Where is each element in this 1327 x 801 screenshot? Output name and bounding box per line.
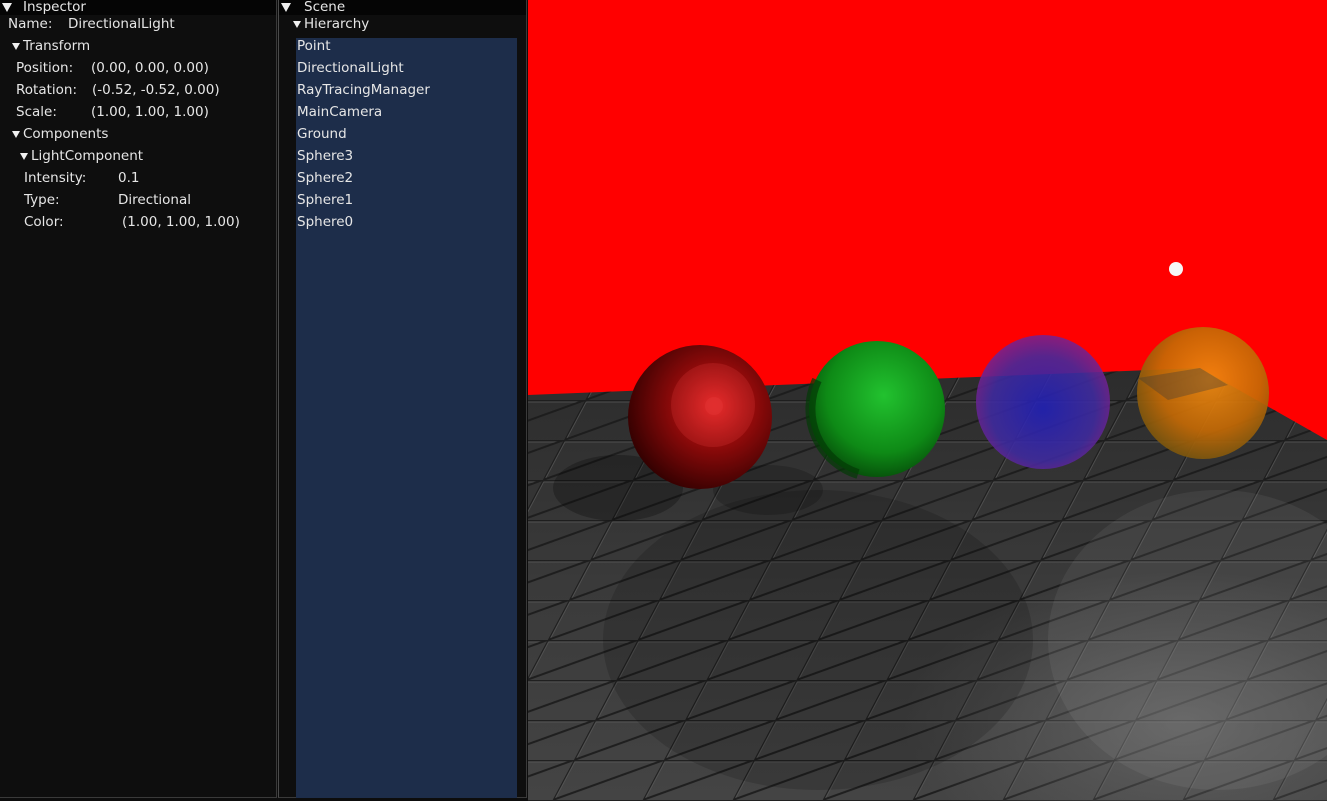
point-light — [1169, 262, 1183, 276]
expand-arrow-icon — [12, 42, 20, 50]
scale-label: Scale: — [16, 104, 57, 120]
color-label: Color: — [24, 214, 64, 230]
hierarchy-item-point[interactable]: Point — [296, 38, 517, 60]
position-label: Position: — [16, 60, 74, 76]
scene-panel: Scene Hierarchy Point DirectionalLight R… — [278, 0, 527, 798]
type-label: Type: — [24, 192, 60, 208]
transform-header[interactable]: Transform — [12, 37, 90, 55]
hierarchy-item-sphere3[interactable]: Sphere3 — [296, 148, 517, 170]
collapse-arrow-icon[interactable] — [281, 3, 291, 12]
name-value: DirectionalLight — [68, 16, 175, 32]
expand-arrow-icon — [20, 152, 28, 160]
scene-title: Scene — [304, 0, 346, 15]
collapse-arrow-icon[interactable] — [2, 3, 12, 12]
expand-arrow-icon — [293, 20, 301, 28]
inspector-title: Inspector — [23, 0, 86, 15]
sphere-shadow — [603, 490, 1033, 790]
inspector-titlebar[interactable]: Inspector — [0, 0, 276, 15]
name-label: Name: — [8, 16, 53, 32]
hierarchy-header[interactable]: Hierarchy — [293, 15, 369, 33]
light-component-header-label: LightComponent — [31, 148, 144, 164]
hierarchy-item-ray-tracing-manager[interactable]: RayTracingManager — [296, 82, 517, 104]
rotation-value[interactable]: (-0.52, -0.52, 0.00) — [92, 81, 220, 99]
sphere2 — [976, 335, 1110, 469]
hierarchy-item-main-camera[interactable]: MainCamera — [296, 104, 517, 126]
expand-arrow-icon — [12, 130, 20, 138]
transform-header-label: Transform — [23, 38, 91, 54]
render-viewport[interactable] — [528, 0, 1327, 801]
scene-titlebar[interactable]: Scene — [279, 0, 526, 15]
sphere3 — [1137, 327, 1269, 459]
components-header[interactable]: Components — [12, 125, 108, 143]
hierarchy-item-sphere1[interactable]: Sphere1 — [296, 192, 517, 214]
hierarchy-header-label: Hierarchy — [304, 16, 370, 32]
color-value[interactable]: (1.00, 1.00, 1.00) — [122, 213, 240, 231]
hierarchy-item-ground[interactable]: Ground — [296, 126, 517, 148]
hierarchy-list: Point DirectionalLight RayTracingManager… — [296, 38, 517, 798]
position-value[interactable]: (0.00, 0.00, 0.00) — [91, 59, 209, 77]
intensity-value[interactable]: 0.1 — [118, 169, 139, 187]
intensity-label: Intensity: — [24, 170, 87, 186]
rendered-scene — [528, 262, 1327, 801]
rotation-label: Rotation: — [16, 82, 78, 98]
hierarchy-item-sphere2[interactable]: Sphere2 — [296, 170, 517, 192]
light-component-header[interactable]: LightComponent — [20, 147, 143, 165]
hierarchy-item-directional-light[interactable]: DirectionalLight — [296, 60, 517, 82]
inspector-panel: Inspector Name: DirectionalLight Transfo… — [0, 0, 277, 798]
type-value[interactable]: Directional — [118, 191, 191, 209]
scale-value[interactable]: (1.00, 1.00, 1.00) — [91, 103, 209, 121]
hierarchy-item-sphere0[interactable]: Sphere0 — [296, 214, 517, 236]
components-header-label: Components — [23, 126, 109, 142]
